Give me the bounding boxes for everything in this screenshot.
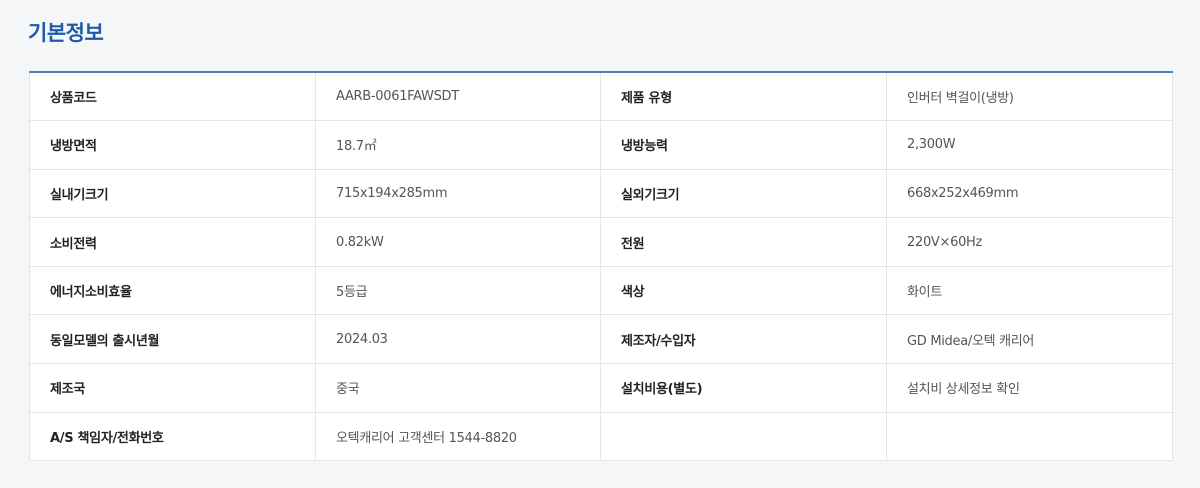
table-row: 상품코드 AARB-0061FAWSDT 제품 유형 인버터 벽걸이(냉방) [29,72,1173,122]
spec-value: 인버터 벽걸이(냉방) [886,72,1173,122]
spec-label: 설치비용(별도) [600,363,887,413]
spec-label: 실내기크기 [29,169,316,219]
spec-label: 제조자/수입자 [600,314,887,365]
spec-label: 에너지소비효율 [29,266,316,316]
basic-info-section: 기본정보 상품코드 AARB-0061FAWSDT 제품 유형 인버터 벽걸이(… [0,0,1200,488]
spec-label: A/S 책임자/전화번호 [29,412,316,462]
table-row: 실내기크기 715x194x285mm 실외기크기 668x252x469mm [29,169,1173,219]
spec-value: 18.7㎡ [315,120,601,170]
table-row: 냉방면적 18.7㎡ 냉방능력 2,300W [29,120,1173,170]
spec-value: 2024.03 [315,314,601,365]
spec-value: 220V×60Hz [886,217,1173,267]
spec-label: 제조국 [29,363,316,413]
spec-label: 제품 유형 [600,72,887,122]
spec-value: 설치비 상세정보 확인 [886,363,1173,413]
spec-value: 668x252x469mm [886,169,1173,219]
spec-label: 색상 [600,266,887,316]
table-row: 에너지소비효율 5등급 색상 화이트 [29,266,1173,316]
spec-label-empty [600,412,887,462]
spec-value: 2,300W [886,120,1173,170]
table-row: 제조국 중국 설치비용(별도) 설치비 상세정보 확인 [29,363,1173,413]
spec-label: 냉방능력 [600,120,887,170]
spec-value: 중국 [315,363,601,413]
spec-value: AARB-0061FAWSDT [315,72,601,122]
spec-label: 냉방면적 [29,120,316,170]
spec-label: 소비전력 [29,217,316,267]
section-title: 기본정보 [28,21,104,45]
spec-value: 715x194x285mm [315,169,601,219]
spec-label: 실외기크기 [600,169,887,219]
spec-table: 상품코드 AARB-0061FAWSDT 제품 유형 인버터 벽걸이(냉방) 냉… [29,71,1173,462]
table-row: 동일모델의 출시년월 2024.03 제조자/수입자 GD Midea/오텍 캐… [29,314,1173,365]
table-row: A/S 책임자/전화번호 오텍캐리어 고객센터 1544-8820 [29,412,1173,462]
spec-value-empty [886,412,1173,462]
spec-value: 화이트 [886,266,1173,316]
spec-label: 상품코드 [29,72,316,122]
spec-value: 0.82kW [315,217,601,267]
spec-label: 전원 [600,217,887,267]
spec-value: GD Midea/오텍 캐리어 [886,314,1173,365]
table-row: 소비전력 0.82kW 전원 220V×60Hz [29,217,1173,267]
spec-value: 오텍캐리어 고객센터 1544-8820 [315,412,601,462]
spec-label: 동일모델의 출시년월 [29,314,316,365]
spec-value: 5등급 [315,266,601,316]
